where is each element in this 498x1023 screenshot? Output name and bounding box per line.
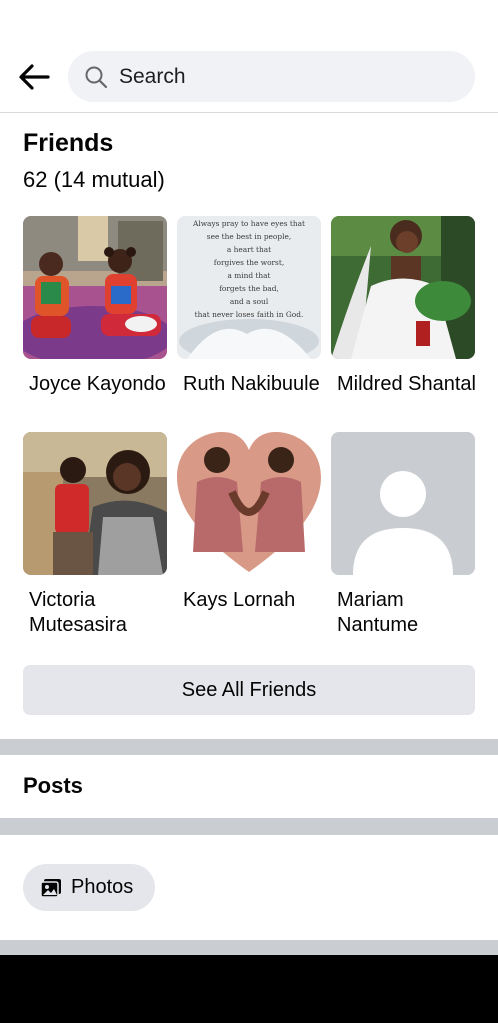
quote-line: forgets the bad, [219,284,279,293]
friend-card[interactable]: Victoria Mutesasira [23,432,167,638]
woman-with-child-photo [23,432,167,575]
friends-count: 62 (14 mutual) [23,167,165,192]
top-bar: Search [0,0,498,113]
default-avatar [331,432,475,575]
quote-line: forgives the worst, [214,258,284,267]
quote-line: Always pray to have eyes that [192,219,305,228]
two-children-photo [23,216,167,359]
friend-card[interactable]: Mariam Nantume [331,432,475,638]
search-input[interactable]: Search [68,51,475,102]
friend-name: Ruth Nakibuule [183,373,320,395]
friend-name: Joyce Kayondo [29,373,166,395]
back-arrow-icon [19,64,50,90]
quote-line: a heart that [227,245,271,254]
quote-line: that never loses faith in God. [195,310,304,319]
section-divider [0,940,498,955]
photos-button[interactable]: Photos [23,864,155,911]
friends-title: Friends [23,129,114,157]
friend-card[interactable]: Always pray to have eyes that see the be… [177,216,321,397]
quote-line: a mind that [227,271,270,280]
quote-line: see the best in people, [207,232,291,241]
profile-page: Search Friends 62 (14 mutual) Joyce Kayo… [0,0,498,1023]
posts-title: Posts [23,773,83,798]
friend-card[interactable]: Joyce Kayondo [23,216,167,397]
friend-name: Kays Lornah [183,589,296,611]
photos-icon [39,876,63,900]
friend-name: Mildred Shantal [337,373,476,395]
quote-image: Always pray to have eyes that see the be… [177,216,321,359]
see-all-friends-button[interactable]: See All Friends [23,665,475,715]
back-button[interactable] [14,58,54,96]
navigation-bar [0,955,498,1023]
section-divider [0,739,498,755]
friend-card[interactable]: Mildred Shantal [331,216,476,397]
friend-name: Mariam Nantume [337,589,419,636]
friend-card[interactable]: Kays Lornah [177,432,321,613]
section-divider [0,818,498,835]
search-icon [84,65,108,89]
photos-label: Photos [71,876,134,898]
bride-photo [331,216,475,359]
search-placeholder: Search [119,64,186,88]
heart-collage-photo [177,432,321,575]
quote-line: and a soul [230,297,269,306]
friend-name: Victoria Mutesasira [29,589,127,636]
